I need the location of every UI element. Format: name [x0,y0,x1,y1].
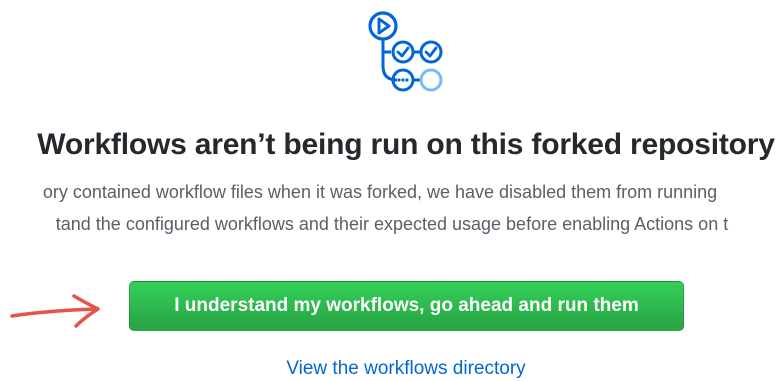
description-line-2: tand the configured workflows and their … [55,214,729,234]
actions-empty-state: Workflows aren’t being run on this forke… [0,0,784,381]
enable-workflows-button[interactable]: I understand my workflows, go ahead and … [129,281,684,331]
page-title: Workflows aren’t being run on this forke… [37,128,775,161]
red-arrow-icon [10,294,100,328]
workflow-run-icon [368,11,443,92]
description-line-1: ory contained workflow files when it was… [42,182,718,202]
view-workflows-directory-link[interactable]: View the workflows directory [0,358,784,380]
